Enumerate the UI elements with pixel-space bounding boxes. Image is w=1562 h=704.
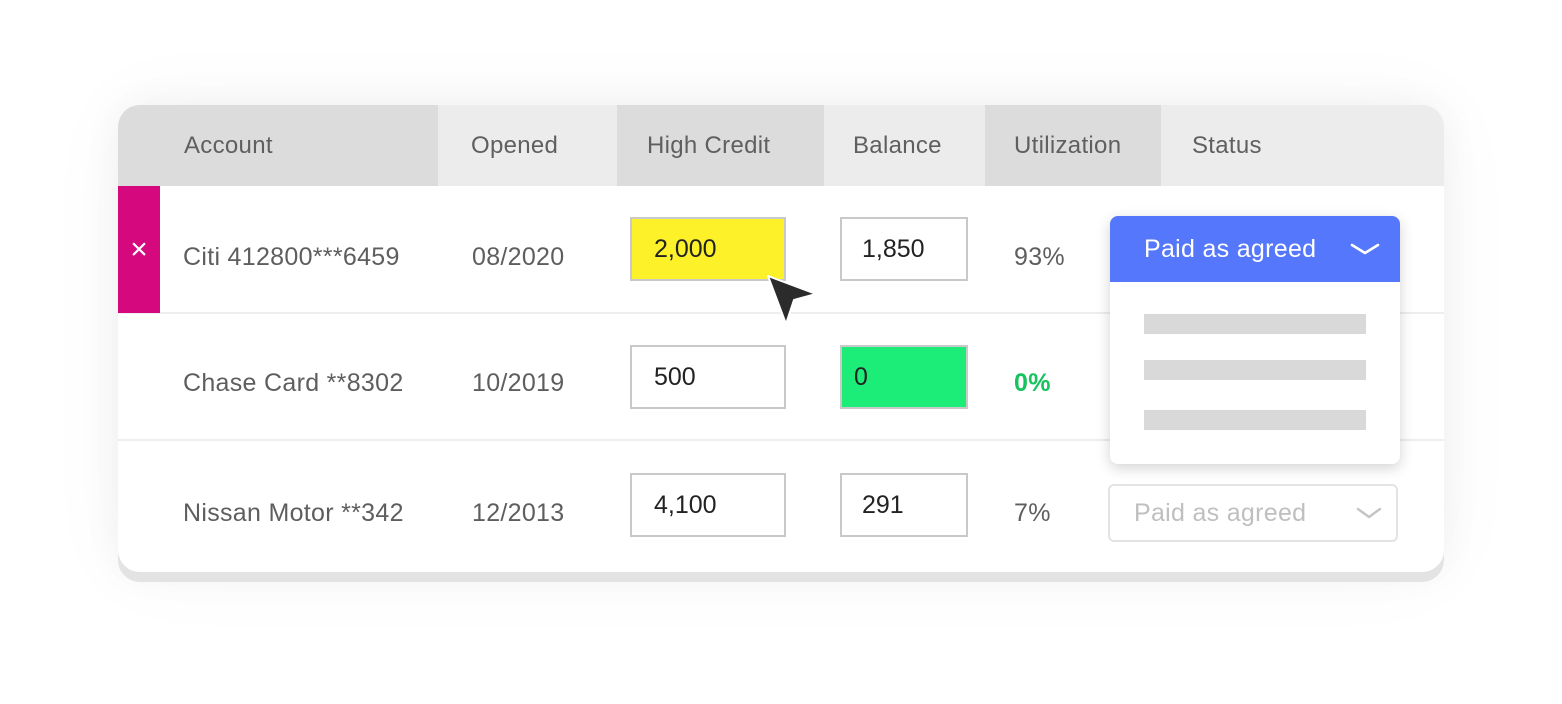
column-label: High Credit <box>647 131 771 159</box>
opened-date: 08/2020 <box>472 243 565 271</box>
utilization-value: 93% <box>1014 243 1065 271</box>
dropdown-option[interactable] <box>1144 314 1366 334</box>
balance-input[interactable]: 291 <box>840 473 968 537</box>
account-name: Nissan Motor **342 <box>183 499 404 527</box>
column-header-opened: Opened <box>438 105 617 186</box>
balance-input[interactable]: 0 <box>840 345 968 409</box>
column-header-utilization: Utilization <box>985 105 1161 186</box>
status-select[interactable]: Paid as agreed <box>1108 484 1398 542</box>
chevron-down-icon <box>1350 243 1380 255</box>
utilization-value: 0% <box>1014 369 1051 397</box>
status-dropdown-open[interactable]: Paid as agreed <box>1110 216 1400 464</box>
high-credit-input[interactable]: 2,000 <box>630 217 786 281</box>
column-label: Status <box>1192 131 1262 159</box>
close-icon: × <box>130 232 148 266</box>
utilization-value: 7% <box>1014 499 1051 527</box>
status-select[interactable]: Paid as agreed <box>1110 216 1400 282</box>
status-select-value: Paid as agreed <box>1134 498 1307 527</box>
account-name: Citi 412800***6459 <box>183 243 400 271</box>
high-credit-input[interactable]: 500 <box>630 345 786 409</box>
chevron-down-icon <box>1356 507 1382 519</box>
high-credit-input[interactable]: 4,100 <box>630 473 786 537</box>
dropdown-option[interactable] <box>1144 360 1366 380</box>
account-name: Chase Card **8302 <box>183 369 404 397</box>
table-header: Account Opened High Credit Balance Utili… <box>118 105 1444 186</box>
column-label: Account <box>184 131 273 159</box>
column-label: Opened <box>471 131 559 159</box>
column-label: Utilization <box>1014 131 1122 159</box>
column-header-balance: Balance <box>824 105 985 186</box>
column-header-account: Account <box>118 105 438 186</box>
dropdown-option[interactable] <box>1144 410 1366 430</box>
status-select-value: Paid as agreed <box>1144 234 1317 263</box>
opened-date: 12/2013 <box>472 499 565 527</box>
column-header-status: Status <box>1161 105 1444 186</box>
opened-date: 10/2019 <box>472 369 565 397</box>
mouse-pointer-icon <box>767 275 817 325</box>
balance-input[interactable]: 1,850 <box>840 217 968 281</box>
remove-row-button[interactable]: × <box>118 186 160 313</box>
column-label: Balance <box>853 131 942 159</box>
column-header-high-credit: High Credit <box>617 105 824 186</box>
